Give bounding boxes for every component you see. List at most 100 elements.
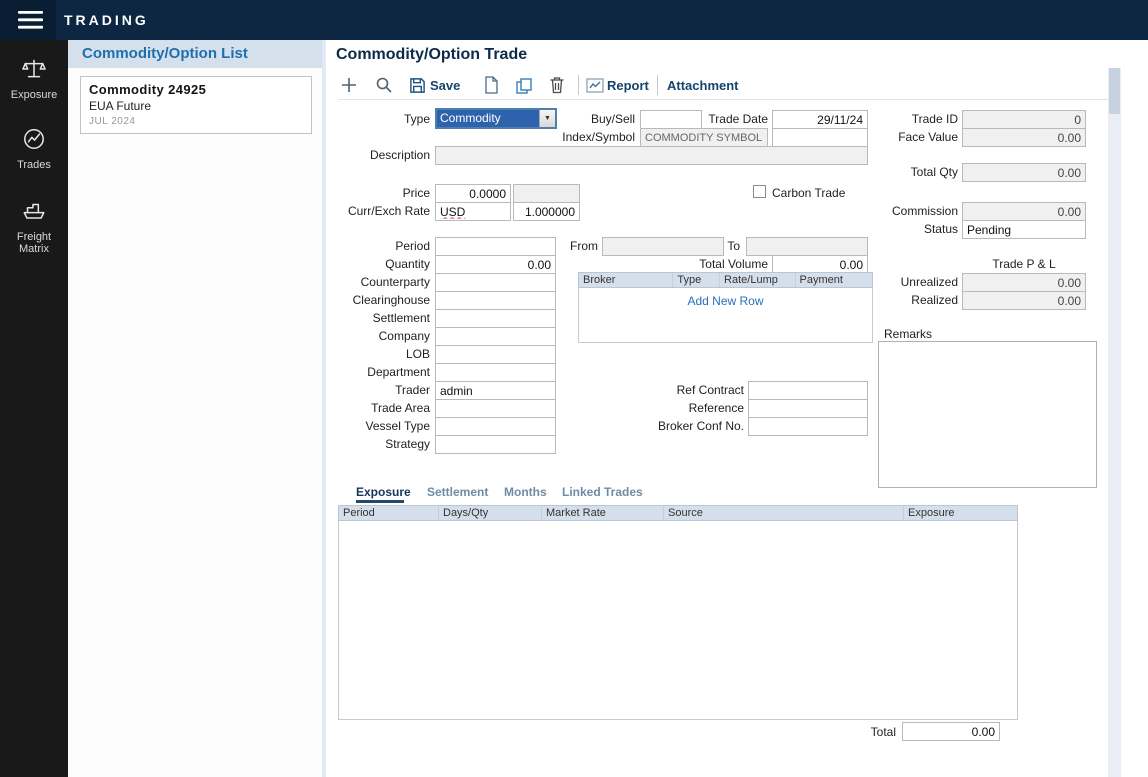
exposure-table-header: Period Days/Qty Market Rate Source Expos…: [338, 505, 1018, 521]
department-input[interactable]: [435, 363, 556, 382]
source-column-header[interactable]: Source: [664, 506, 904, 520]
quantity-input[interactable]: [435, 255, 556, 274]
total-input: [902, 722, 1000, 741]
reference-label: Reference: [644, 401, 744, 416]
copy-icon[interactable]: [515, 77, 533, 100]
exchange-rate-input[interactable]: [513, 202, 580, 221]
broker-column-header[interactable]: Broker: [579, 273, 673, 287]
reference-input[interactable]: [748, 399, 868, 418]
sidebar-item-label: Freight Matrix: [6, 231, 62, 255]
trader-input[interactable]: [435, 381, 556, 400]
tab-settlement[interactable]: Settlement: [427, 485, 488, 499]
exposure-column-header[interactable]: Exposure: [904, 506, 1017, 520]
new-document-icon[interactable]: [483, 76, 499, 99]
period-input[interactable]: [435, 237, 556, 256]
strategy-input[interactable]: [435, 435, 556, 454]
list-item[interactable]: Commodity 24925 EUA Future JUL 2024: [80, 76, 312, 134]
attachment-button[interactable]: Attachment: [667, 78, 739, 93]
scrollbar-thumb[interactable]: [1109, 68, 1120, 114]
company-input[interactable]: [435, 327, 556, 346]
clearinghouse-label: Clearinghouse: [330, 293, 430, 308]
trades-chart-icon: [21, 139, 47, 156]
broker-conf-no-input[interactable]: [748, 417, 868, 436]
face-value-label: Face Value: [870, 130, 958, 145]
index-symbol-secondary-input[interactable]: [772, 128, 868, 147]
market-rate-column-header[interactable]: Market Rate: [542, 506, 664, 520]
counterparty-input[interactable]: [435, 273, 556, 292]
commission-input: [962, 202, 1086, 221]
scale-icon: [21, 69, 47, 86]
unrealized-label: Unrealized: [870, 275, 958, 290]
trader-label: Trader: [330, 383, 430, 398]
report-button[interactable]: Report: [607, 78, 649, 93]
period-label: Period: [330, 239, 430, 254]
lob-input[interactable]: [435, 345, 556, 364]
ref-contract-input[interactable]: [748, 381, 868, 400]
sidebar-item-exposure[interactable]: Exposure: [0, 56, 68, 101]
tab-months[interactable]: Months: [504, 485, 547, 499]
ship-icon: [20, 211, 48, 228]
search-icon[interactable]: [375, 76, 393, 99]
carbon-trade-checkbox[interactable]: [753, 185, 766, 198]
menu-icon[interactable]: [18, 10, 44, 35]
save-icon[interactable]: [409, 77, 426, 99]
buy-sell-label: Buy/Sell: [560, 112, 635, 127]
add-button[interactable]: [340, 76, 358, 99]
description-input[interactable]: [435, 146, 868, 165]
broker-table-body: Add New Row: [578, 288, 873, 343]
trade-pl-heading: Trade P & L: [944, 257, 1104, 272]
type-selected-value: Commodity: [437, 110, 539, 127]
vessel-type-label: Vessel Type: [330, 419, 430, 434]
type-label: Type: [330, 112, 430, 127]
trade-area-input[interactable]: [435, 399, 556, 418]
days-qty-column-header[interactable]: Days/Qty: [439, 506, 542, 520]
status-label: Status: [870, 222, 958, 237]
payment-column-header[interactable]: Payment: [796, 273, 872, 287]
list-item-title: Commodity 24925: [89, 82, 206, 97]
clearinghouse-input[interactable]: [435, 291, 556, 310]
carbon-trade-label: Carbon Trade: [772, 186, 862, 201]
total-label: Total: [840, 725, 896, 740]
to-label: To: [710, 239, 740, 254]
trade-date-label: Trade Date: [690, 112, 768, 127]
app-window: TRADING Exposure Trades: [0, 0, 1148, 777]
lob-label: LOB: [330, 347, 430, 362]
from-input: [602, 237, 724, 256]
save-button[interactable]: Save: [430, 78, 460, 93]
rate-lump-column-header[interactable]: Rate/Lump: [720, 273, 795, 287]
tab-linked-trades[interactable]: Linked Trades: [562, 485, 643, 499]
realized-input: [962, 291, 1086, 310]
department-label: Department: [330, 365, 430, 380]
tab-exposure[interactable]: Exposure: [356, 485, 411, 499]
report-icon[interactable]: [586, 78, 604, 99]
company-label: Company: [330, 329, 430, 344]
broker-type-column-header[interactable]: Type: [673, 273, 720, 287]
chevron-down-icon[interactable]: ▼: [539, 110, 555, 127]
vertical-scrollbar[interactable]: [1108, 68, 1121, 777]
currency-input[interactable]: [435, 202, 511, 221]
curr-exch-rate-label: Curr/Exch Rate: [330, 204, 430, 219]
counterparty-label: Counterparty: [330, 275, 430, 290]
vessel-type-input[interactable]: [435, 417, 556, 436]
sidebar-item-trades[interactable]: Trades: [0, 126, 68, 171]
realized-label: Realized: [870, 293, 958, 308]
trade-area-label: Trade Area: [330, 401, 430, 416]
trade-id-input: [962, 110, 1086, 129]
period-column-header[interactable]: Period: [339, 506, 439, 520]
sidebar-item-label: Exposure: [0, 89, 68, 101]
remarks-textarea[interactable]: [878, 341, 1097, 488]
price-input[interactable]: [435, 184, 511, 203]
status-input[interactable]: [962, 220, 1086, 239]
price-secondary-input: [513, 184, 580, 203]
to-input: [746, 237, 868, 256]
panel-splitter[interactable]: [322, 40, 326, 777]
type-select[interactable]: Commodity ▼: [435, 108, 557, 129]
toolbar-divider: [657, 75, 658, 95]
settlement-input[interactable]: [435, 309, 556, 328]
list-item-period: JUL 2024: [89, 116, 135, 127]
trade-date-input[interactable]: [772, 110, 868, 129]
sidebar-item-freight-matrix[interactable]: Freight Matrix: [0, 198, 68, 255]
delete-icon[interactable]: [549, 76, 565, 99]
from-label: From: [558, 239, 598, 254]
add-new-row-link[interactable]: Add New Row: [579, 294, 872, 308]
